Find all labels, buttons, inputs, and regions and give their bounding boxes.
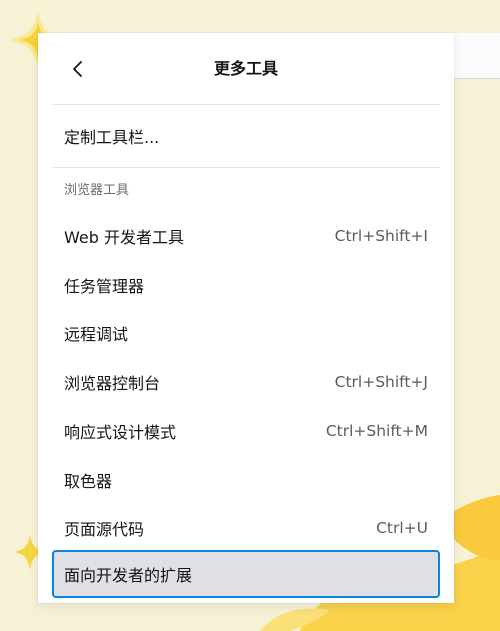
menu-item-label: 面向开发者的扩展 bbox=[64, 566, 193, 585]
menu-item-label: 远程调试 bbox=[64, 325, 129, 344]
customize-toolbar-label: 定制工具栏... bbox=[64, 128, 160, 147]
toolbar-edge bbox=[454, 33, 500, 79]
menu-item-responsive-design-mode[interactable]: 响应式设计模式 Ctrl+Shift+M bbox=[52, 411, 440, 451]
shortcut-label: Ctrl+Shift+I bbox=[334, 227, 428, 245]
menu-item-label: 浏览器控制台 bbox=[64, 374, 161, 393]
menu-item-page-source[interactable]: 页面源代码 Ctrl+U bbox=[52, 508, 440, 548]
panel-title: 更多工具 bbox=[213, 59, 278, 78]
menu-item-label: 页面源代码 bbox=[64, 520, 145, 539]
menu-item-extensions-for-developers[interactable]: 面向开发者的扩展 bbox=[52, 550, 440, 598]
more-tools-panel: 更多工具 定制工具栏... 浏览器工具 Web 开发者工具 Ctrl+Shift… bbox=[38, 33, 454, 603]
divider bbox=[52, 104, 440, 105]
panel-header: 更多工具 bbox=[38, 33, 454, 105]
divider bbox=[52, 167, 440, 168]
menu-item-label: 响应式设计模式 bbox=[64, 423, 177, 442]
menu-item-label: Web 开发者工具 bbox=[64, 228, 184, 247]
menu-item-task-manager[interactable]: 任务管理器 bbox=[52, 265, 440, 305]
shortcut-label: Ctrl+Shift+M bbox=[325, 422, 428, 440]
customize-toolbar-item[interactable]: 定制工具栏... bbox=[52, 116, 440, 156]
menu-item-eyedropper[interactable]: 取色器 bbox=[52, 460, 440, 500]
section-label-browser-tools: 浏览器工具 bbox=[64, 183, 130, 198]
menu-item-remote-debugging[interactable]: 远程调试 bbox=[52, 313, 440, 353]
menu-item-label: 任务管理器 bbox=[64, 277, 145, 296]
menu-item-label: 取色器 bbox=[64, 472, 113, 491]
menu-item-web-developer-tools[interactable]: Web 开发者工具 Ctrl+Shift+I bbox=[52, 216, 440, 256]
shortcut-label: Ctrl+U bbox=[376, 519, 428, 537]
menu-item-browser-console[interactable]: 浏览器控制台 Ctrl+Shift+J bbox=[52, 362, 440, 402]
shortcut-label: Ctrl+Shift+J bbox=[334, 373, 428, 391]
